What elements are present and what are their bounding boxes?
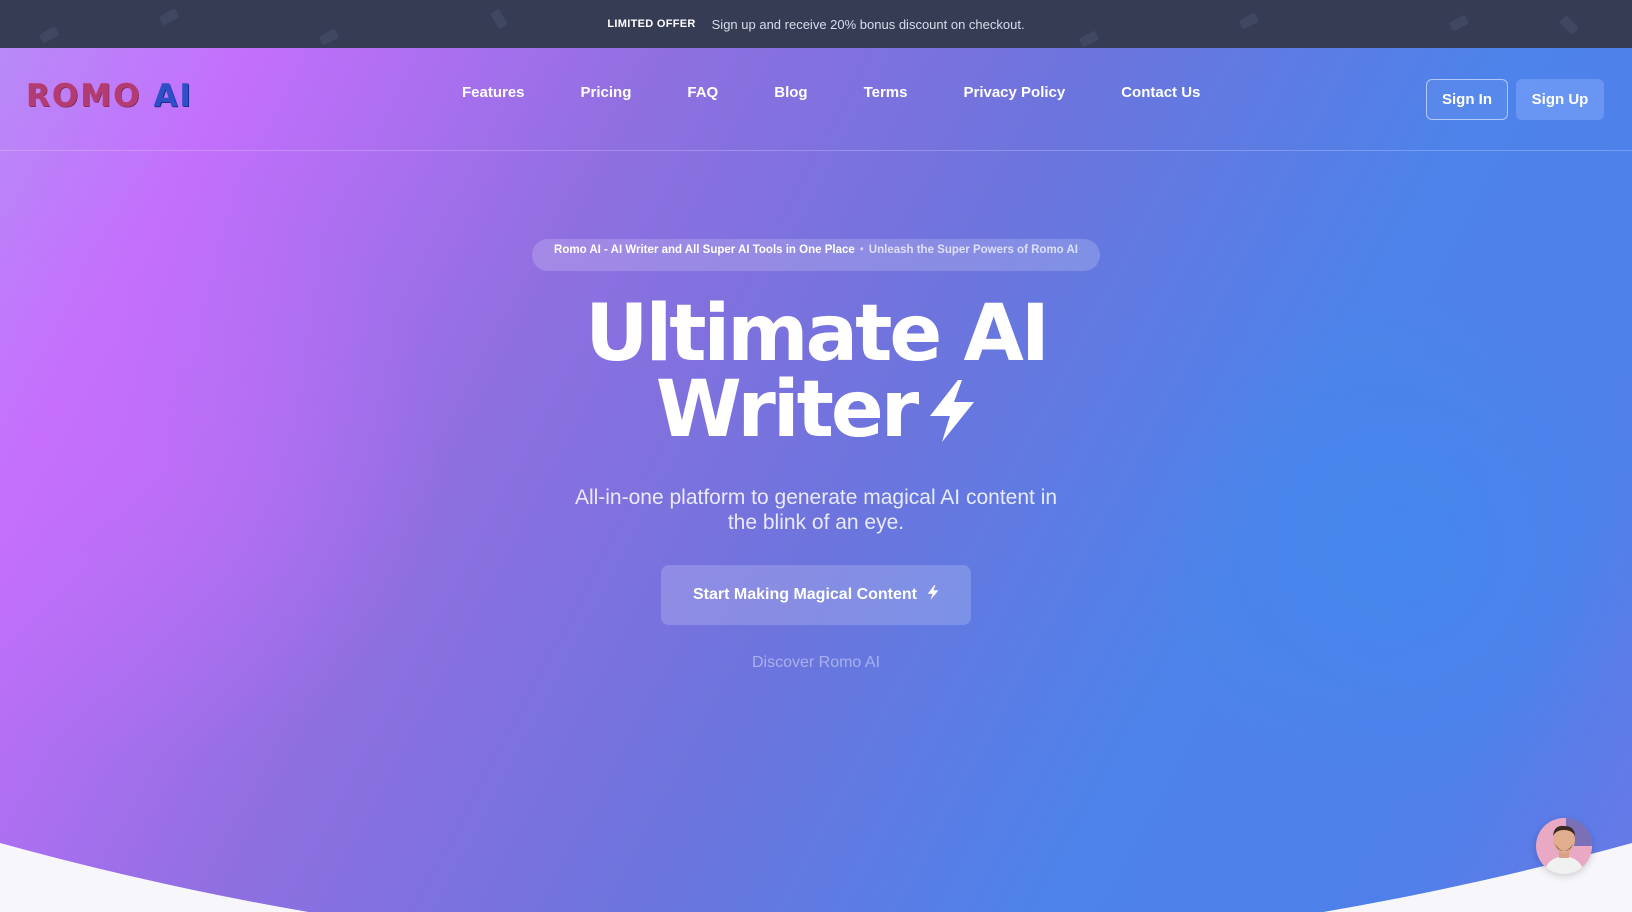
- decor-shape: [1559, 15, 1579, 35]
- nav-link-pricing[interactable]: Pricing: [581, 84, 632, 101]
- decor-shape: [1078, 30, 1100, 48]
- logo-text-ai: AI: [153, 78, 193, 114]
- logo-text-romo: ROMO: [26, 78, 142, 114]
- decor-shape: [490, 8, 508, 30]
- start-making-content-button[interactable]: Start Making Magical Content: [661, 565, 971, 625]
- decor-shape: [158, 8, 180, 26]
- lightning-bolt-icon: [927, 585, 939, 605]
- main-nav: ROMO AI Features Pricing FAQ Blog Terms …: [0, 48, 1632, 151]
- hero-section: ROMO AI Features Pricing FAQ Blog Terms …: [0, 48, 1632, 912]
- support-chat-avatar[interactable]: [1536, 818, 1592, 874]
- hero-badge: Romo AI - AI Writer and All Super AI Too…: [532, 239, 1100, 271]
- nav-link-blog[interactable]: Blog: [774, 84, 807, 101]
- nav-links: Features Pricing FAQ Blog Terms Privacy …: [462, 84, 1200, 101]
- decor-shape: [1238, 12, 1260, 30]
- hero-badge-sub: Unleash the Super Powers of Romo AI: [868, 244, 1078, 256]
- sign-up-button[interactable]: Sign Up: [1516, 79, 1604, 120]
- offer-tag: LIMITED OFFER: [607, 18, 696, 30]
- nav-link-terms[interactable]: Terms: [864, 84, 908, 101]
- decor-shape: [318, 28, 340, 46]
- hero-badge-main: Romo AI - AI Writer and All Super AI Too…: [554, 244, 855, 256]
- nav-link-contact-us[interactable]: Contact Us: [1121, 84, 1200, 101]
- hero-title: Ultimate AI Writer: [0, 295, 1632, 455]
- nav-link-privacy-policy[interactable]: Privacy Policy: [963, 84, 1065, 101]
- sign-in-button[interactable]: Sign In: [1426, 79, 1508, 120]
- badge-separator-dot: •: [859, 244, 864, 256]
- nav-link-features[interactable]: Features: [462, 84, 525, 101]
- cta-label: Start Making Magical Content: [692, 586, 918, 603]
- hero-bottom-curve: [0, 843, 1632, 912]
- decor-shape: [1448, 14, 1470, 32]
- lightning-bolt-icon: [928, 378, 976, 454]
- decor-shape: [38, 26, 60, 44]
- offer-text: Sign up and receive 20% bonus discount o…: [711, 16, 1025, 32]
- hero-subtitle: All-in-one platform to generate magical …: [574, 486, 1058, 534]
- logo[interactable]: ROMO AI: [26, 78, 193, 114]
- promo-banner: LIMITED OFFER Sign up and receive 20% bo…: [0, 0, 1632, 48]
- discover-link[interactable]: Discover Romo AI: [0, 654, 1632, 672]
- hero-glow: [0, 168, 450, 768]
- hero-title-line2: Writer: [655, 365, 920, 455]
- nav-link-faq[interactable]: FAQ: [687, 84, 718, 101]
